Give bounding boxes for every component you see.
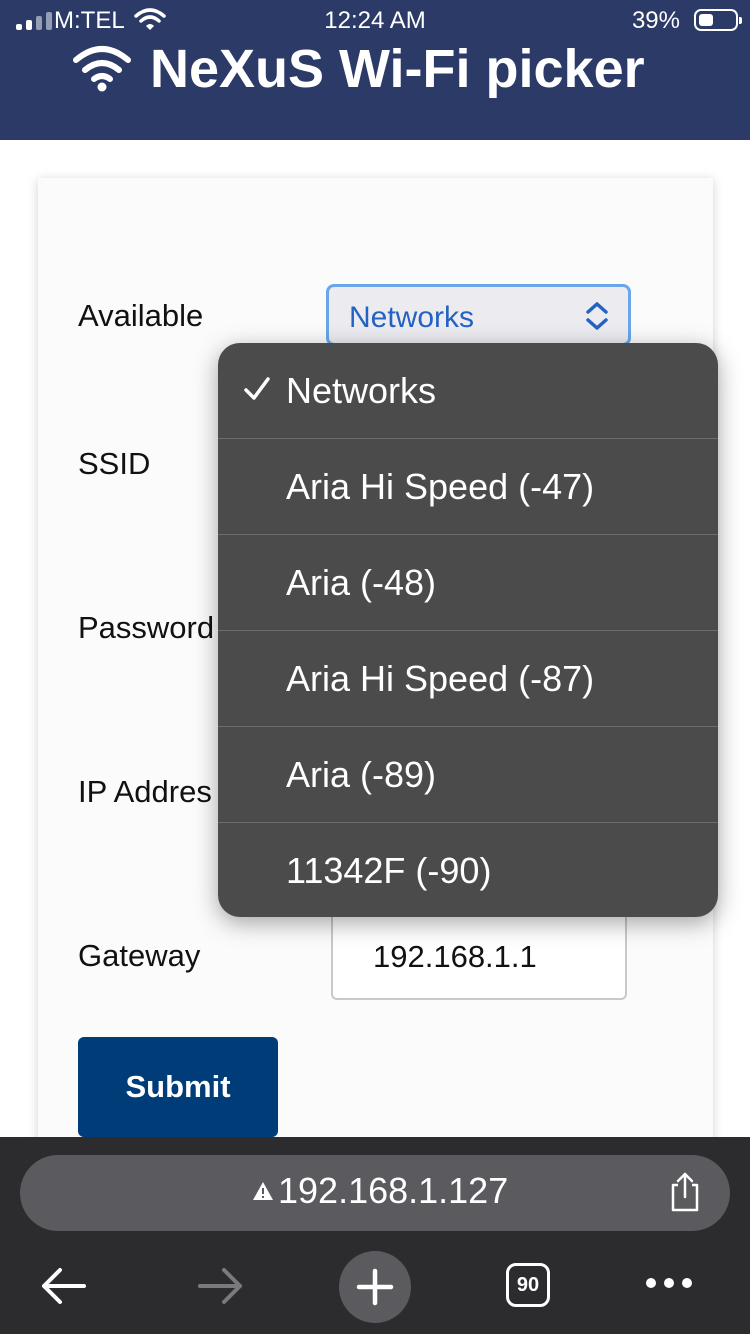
ssid-label: SSID: [78, 446, 151, 481]
url-text: 192.168.1.127: [278, 1170, 509, 1211]
browser-toolbar: 192.168.1.127 90: [0, 1137, 750, 1334]
address-bar[interactable]: 192.168.1.127: [20, 1155, 730, 1231]
dropdown-option[interactable]: Networks: [218, 343, 718, 439]
dropdown-option-label: Aria (-89): [286, 754, 437, 795]
battery-icon: [694, 9, 742, 31]
dropdown-option-label: Networks: [286, 370, 437, 411]
submit-button[interactable]: Submit: [78, 1037, 278, 1137]
available-label: Available: [78, 298, 204, 333]
dropdown-option-label: 11342F (-90): [286, 850, 492, 891]
share-icon[interactable]: [668, 1171, 702, 1218]
network-dropdown-menu: Networks Aria Hi Speed (-47) Aria (-48) …: [218, 343, 718, 917]
dropdown-option-label: Aria Hi Speed (-47): [286, 466, 595, 507]
wifi-icon: [72, 44, 132, 99]
ip-address-label: IP Addres: [78, 774, 212, 809]
dropdown-option[interactable]: Aria (-48): [218, 534, 718, 631]
chevron-updown-icon: [584, 301, 610, 336]
gateway-label: Gateway: [78, 938, 201, 973]
network-select[interactable]: Networks: [326, 284, 631, 346]
status-bar: M:TEL 12:24 AM 39%: [0, 0, 750, 42]
dropdown-option-label: Aria (-48): [286, 562, 437, 603]
warning-icon: [252, 1181, 274, 1206]
more-icon[interactable]: [646, 1278, 692, 1288]
dropdown-option[interactable]: 11342F (-90): [218, 822, 718, 917]
password-label: Password: [78, 610, 215, 645]
dropdown-option[interactable]: Aria (-89): [218, 726, 718, 823]
page-header: NeXuS Wi-Fi picker: [0, 39, 750, 140]
dropdown-option-label: Aria Hi Speed (-87): [286, 658, 595, 699]
battery-percent: 39%: [631, 7, 680, 34]
page-title: NeXuS Wi-Fi picker: [150, 39, 645, 99]
new-tab-button[interactable]: [339, 1251, 411, 1323]
back-arrow-icon[interactable]: [38, 1266, 88, 1311]
plus-icon: [356, 1268, 394, 1306]
tabs-button[interactable]: 90: [506, 1263, 550, 1307]
forward-arrow-icon[interactable]: [196, 1266, 246, 1311]
dropdown-option[interactable]: Aria Hi Speed (-47): [218, 438, 718, 535]
gateway-value: 192.168.1.1: [373, 939, 537, 974]
dropdown-option[interactable]: Aria Hi Speed (-87): [218, 630, 718, 727]
network-select-value: Networks: [349, 301, 475, 334]
checkmark-icon: [242, 371, 272, 413]
